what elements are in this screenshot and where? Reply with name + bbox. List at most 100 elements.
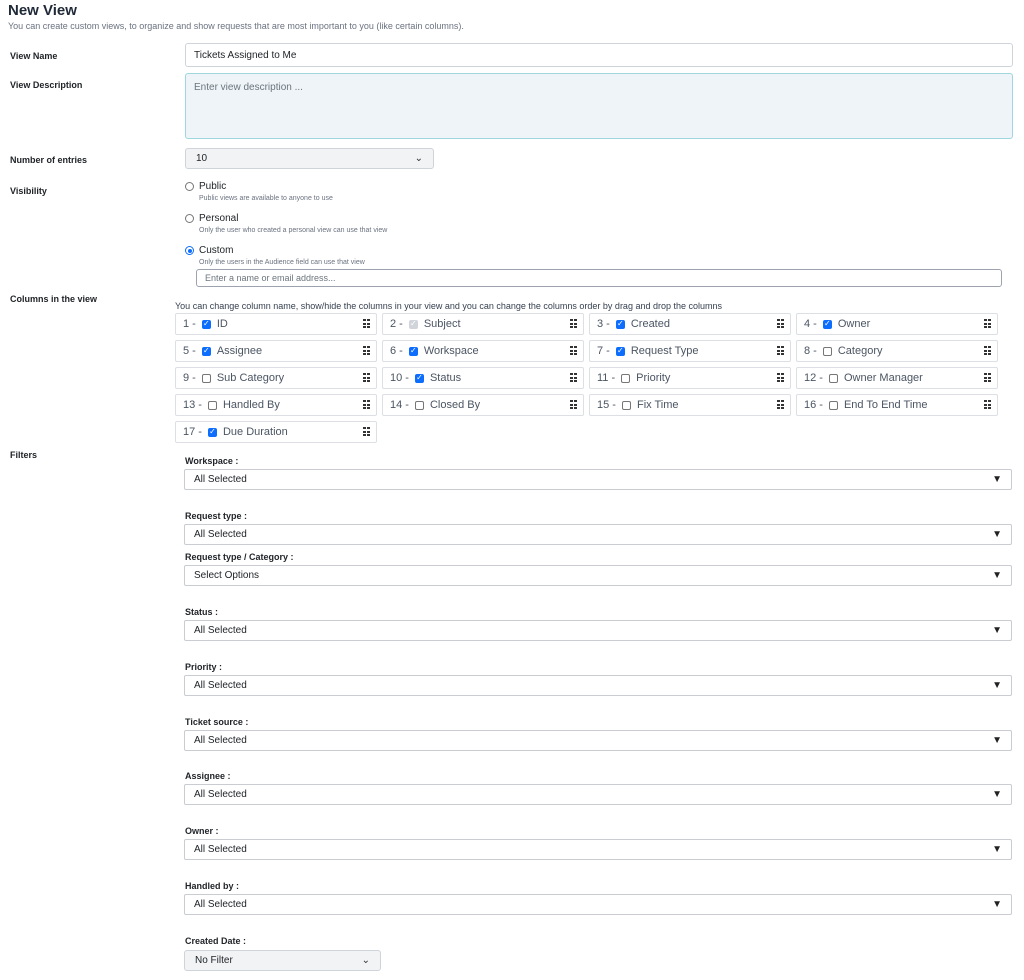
column-item[interactable]: 11 - Priority: [589, 367, 791, 389]
column-item[interactable]: 17 - ✓ Due Duration: [175, 421, 377, 443]
column-checkbox[interactable]: ✓: [615, 319, 625, 329]
filter-select[interactable]: All Selected ▼: [184, 839, 1012, 860]
column-name[interactable]: Owner Manager: [844, 372, 923, 384]
visibility-option-public[interactable]: Public Public views are available to any…: [185, 181, 333, 202]
column-checkbox[interactable]: ✓: [414, 373, 424, 383]
filter-select[interactable]: All Selected ▼: [184, 894, 1012, 915]
radio-public[interactable]: [185, 182, 194, 191]
drag-handle-icon[interactable]: [777, 319, 784, 329]
column-checkbox[interactable]: ✓: [201, 319, 211, 329]
drag-handle-icon[interactable]: [363, 400, 370, 410]
column-item[interactable]: 6 - ✓ Workspace: [382, 340, 584, 362]
column-name[interactable]: Sub Category: [217, 372, 284, 384]
column-number: 2 -: [390, 318, 403, 330]
column-name[interactable]: Assignee: [217, 345, 262, 357]
drag-handle-icon[interactable]: [363, 319, 370, 329]
view-name-input[interactable]: Tickets Assigned to Me: [185, 43, 1013, 67]
column-checkbox[interactable]: [201, 373, 211, 383]
filter-select[interactable]: All Selected ▼: [184, 524, 1012, 545]
column-item[interactable]: 14 - Closed By: [382, 394, 584, 416]
column-name[interactable]: Created: [631, 318, 670, 330]
page-subtitle: You can create custom views, to organize…: [8, 21, 464, 31]
column-checkbox[interactable]: [822, 346, 832, 356]
filter-value: All Selected: [194, 680, 247, 691]
filter-select[interactable]: Select Options ▼: [184, 565, 1012, 586]
radio-personal[interactable]: [185, 214, 194, 223]
entries-select[interactable]: 10 ⌄: [185, 148, 434, 169]
drag-handle-icon[interactable]: [363, 373, 370, 383]
column-number: 17 -: [183, 426, 202, 438]
column-number: 10 -: [390, 372, 409, 384]
column-item[interactable]: 1 - ✓ ID: [175, 313, 377, 335]
column-checkbox[interactable]: [621, 373, 631, 383]
column-name[interactable]: Category: [838, 345, 883, 357]
drag-handle-icon[interactable]: [570, 400, 577, 410]
column-item[interactable]: 13 - Handled By: [175, 394, 377, 416]
visibility-option-custom[interactable]: Custom Only the users in the Audience fi…: [185, 245, 365, 266]
drag-handle-icon[interactable]: [570, 346, 577, 356]
caret-down-icon: ▼: [992, 789, 1002, 800]
column-name[interactable]: ID: [217, 318, 228, 330]
filter-select[interactable]: All Selected ▼: [184, 784, 1012, 805]
column-name[interactable]: Due Duration: [223, 426, 288, 438]
column-name[interactable]: Workspace: [424, 345, 479, 357]
column-checkbox[interactable]: [414, 400, 424, 410]
column-checkbox[interactable]: [828, 400, 838, 410]
drag-handle-icon[interactable]: [777, 400, 784, 410]
column-name[interactable]: Subject: [424, 318, 461, 330]
column-name[interactable]: Priority: [636, 372, 670, 384]
visibility-public-label: Public: [199, 181, 227, 192]
column-item[interactable]: 4 - ✓ Owner: [796, 313, 998, 335]
column-name[interactable]: Fix Time: [637, 399, 679, 411]
drag-handle-icon[interactable]: [984, 319, 991, 329]
caret-down-icon: ▼: [992, 570, 1002, 581]
visibility-option-personal[interactable]: Personal Only the user who created a per…: [185, 213, 387, 234]
audience-placeholder: Enter a name or email address...: [205, 273, 336, 283]
view-description-label: View Description: [10, 80, 83, 90]
drag-handle-icon[interactable]: [570, 373, 577, 383]
drag-handle-icon[interactable]: [777, 346, 784, 356]
column-item[interactable]: 5 - ✓ Assignee: [175, 340, 377, 362]
drag-handle-icon[interactable]: [363, 427, 370, 437]
column-name[interactable]: Request Type: [631, 345, 699, 357]
filter-label: Owner :: [185, 826, 219, 836]
drag-handle-icon[interactable]: [363, 346, 370, 356]
column-checkbox[interactable]: ✓: [207, 427, 217, 437]
column-name[interactable]: Status: [430, 372, 461, 384]
filter-select[interactable]: All Selected ▼: [184, 469, 1012, 490]
column-checkbox[interactable]: ✓: [201, 346, 211, 356]
column-item[interactable]: 16 - End To End Time: [796, 394, 998, 416]
filter-select[interactable]: All Selected ▼: [184, 620, 1012, 641]
drag-handle-icon[interactable]: [570, 319, 577, 329]
column-name[interactable]: End To End Time: [844, 399, 928, 411]
radio-custom[interactable]: [185, 246, 194, 255]
column-checkbox[interactable]: ✓: [615, 346, 625, 356]
column-checkbox[interactable]: ✓: [408, 346, 418, 356]
column-item[interactable]: 7 - ✓ Request Type: [589, 340, 791, 362]
column-item[interactable]: 10 - ✓ Status: [382, 367, 584, 389]
drag-handle-icon[interactable]: [777, 373, 784, 383]
column-checkbox[interactable]: [207, 400, 217, 410]
column-item[interactable]: 3 - ✓ Created: [589, 313, 791, 335]
filter-select[interactable]: All Selected ▼: [184, 675, 1012, 696]
column-item[interactable]: 15 - Fix Time: [589, 394, 791, 416]
column-checkbox[interactable]: [828, 373, 838, 383]
view-description-textarea[interactable]: Enter view description ...: [185, 73, 1013, 139]
filter-select[interactable]: All Selected ▼: [184, 730, 1012, 751]
column-checkbox[interactable]: ✓: [822, 319, 832, 329]
drag-handle-icon[interactable]: [984, 400, 991, 410]
view-name-label: View Name: [10, 51, 58, 61]
column-item[interactable]: 8 - Category: [796, 340, 998, 362]
column-name[interactable]: Handled By: [223, 399, 280, 411]
column-item[interactable]: 12 - Owner Manager: [796, 367, 998, 389]
column-item[interactable]: 9 - Sub Category: [175, 367, 377, 389]
audience-input[interactable]: Enter a name or email address...: [196, 269, 1002, 287]
drag-handle-icon[interactable]: [984, 346, 991, 356]
drag-handle-icon[interactable]: [984, 373, 991, 383]
caret-down-icon: ▼: [992, 529, 1002, 540]
column-item[interactable]: 2 - ✓ Subject: [382, 313, 584, 335]
column-name[interactable]: Owner: [838, 318, 870, 330]
created-date-select[interactable]: No Filter ⌄: [184, 950, 381, 971]
column-name[interactable]: Closed By: [430, 399, 480, 411]
column-checkbox[interactable]: [621, 400, 631, 410]
